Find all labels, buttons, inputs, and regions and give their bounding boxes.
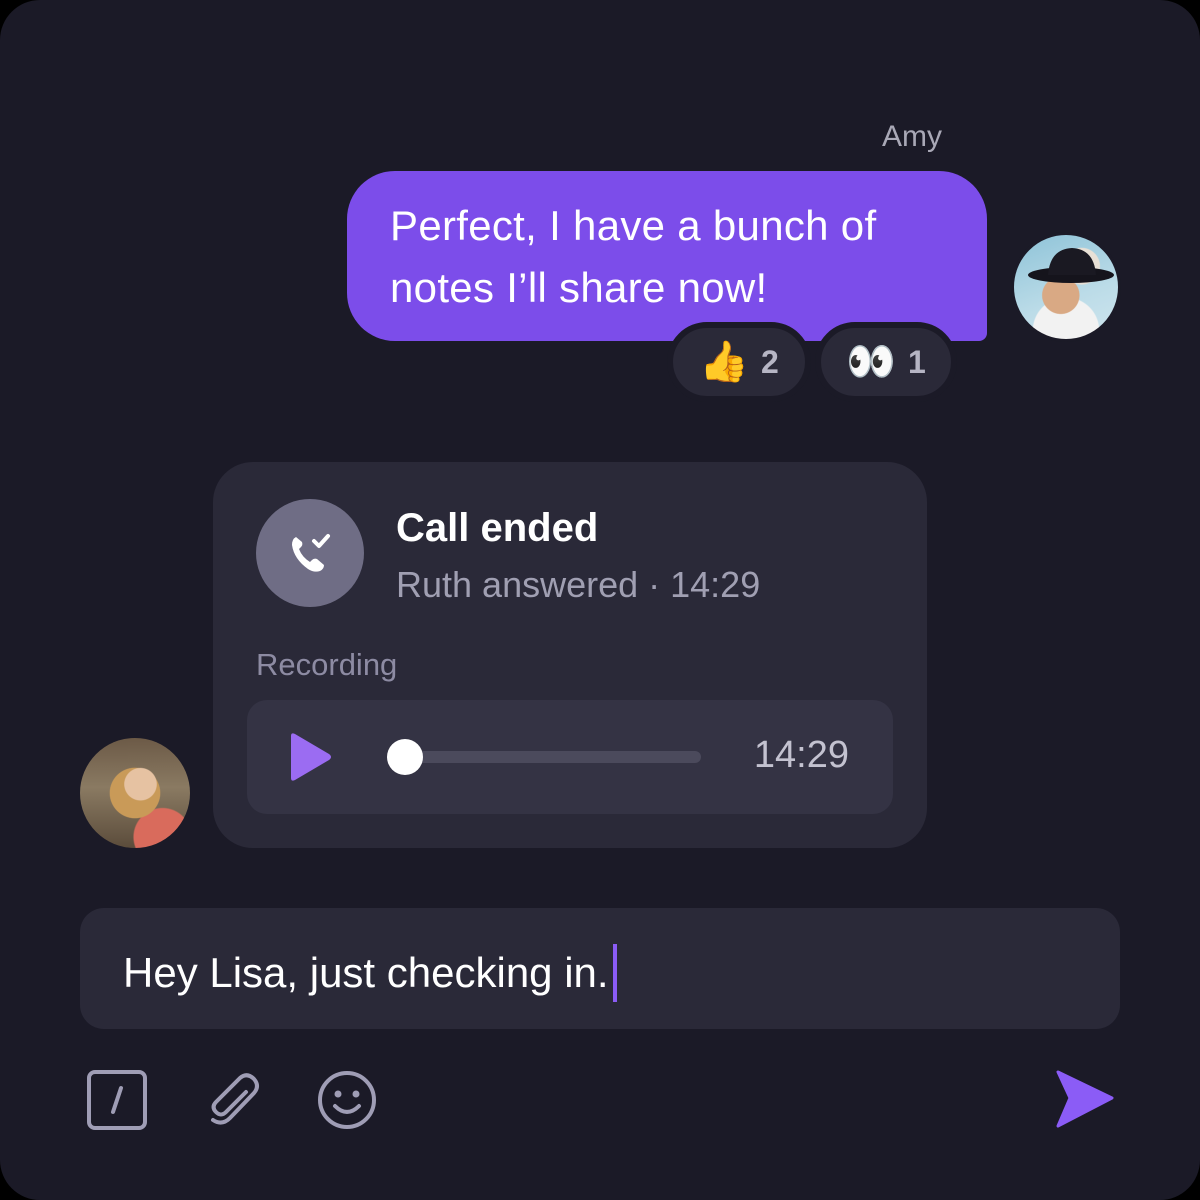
recording-duration: 14:29 (753, 734, 849, 776)
message-text-line: Perfect, I have a bunch of (390, 202, 877, 249)
message-text-line: notes I’ll share now! (390, 264, 768, 311)
hat-graphic (1028, 248, 1114, 283)
call-title: Call ended (396, 506, 599, 550)
chat-window: Amy Perfect, I have a bunch of notes I’l… (0, 0, 1200, 1200)
message-bubble[interactable]: Perfect, I have a bunch of notes I’ll sh… (347, 171, 987, 341)
avatar-amy[interactable] (1011, 232, 1121, 342)
call-card: Call ended Ruth answered · 14:29 Recordi… (213, 462, 927, 848)
avatar-ruth[interactable] (80, 738, 190, 848)
sender-name: Amy (882, 120, 942, 153)
audio-player: 14:29 (247, 700, 893, 814)
reaction-count: 2 (761, 343, 779, 380)
call-subtitle: Ruth answered · 14:29 (396, 564, 761, 605)
phone-check-icon (256, 499, 364, 607)
slash-command-icon[interactable] (85, 1068, 149, 1132)
thumbs-up-emoji: 👍 (699, 340, 749, 384)
progress-track[interactable] (387, 739, 701, 775)
send-arrow-icon[interactable] (1054, 1068, 1116, 1130)
message-input-value: Hey Lisa, just checking in. (123, 949, 609, 996)
reaction-count: 1 (908, 343, 926, 380)
recording-label: Recording (256, 647, 398, 682)
reaction-eyes[interactable]: 👀 1 (815, 322, 957, 402)
text-caret (612, 944, 617, 1002)
eyes-emoji: 👀 (846, 340, 896, 384)
message-input[interactable]: Hey Lisa, just checking in. (80, 908, 1120, 1029)
paperclip-icon[interactable] (200, 1068, 264, 1132)
progress-thumb[interactable] (387, 739, 423, 775)
smiley-icon[interactable] (315, 1068, 379, 1132)
play-icon[interactable] (287, 732, 333, 782)
reaction-thumbs-up[interactable]: 👍 2 (667, 322, 811, 402)
